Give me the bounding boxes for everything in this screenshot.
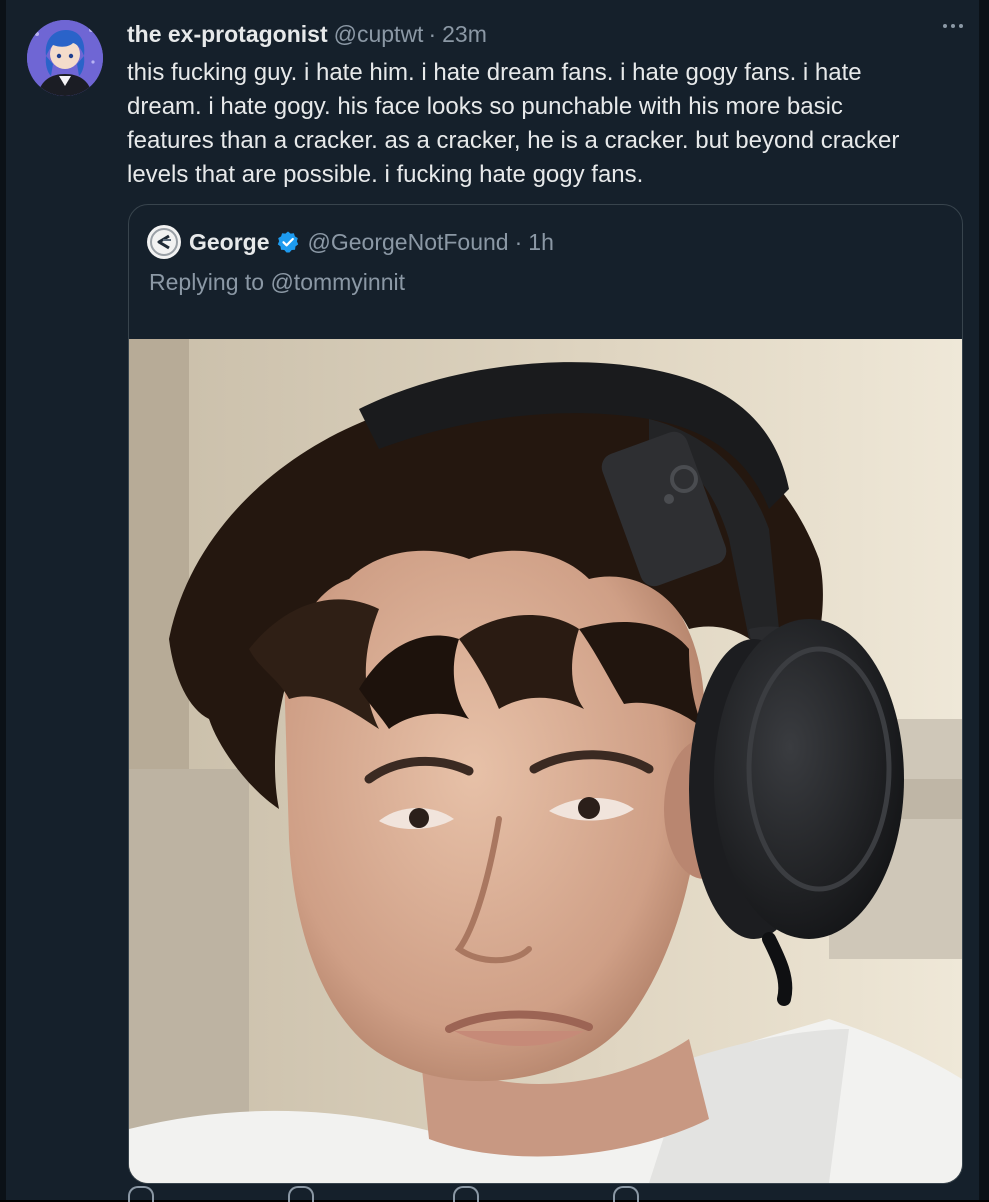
quoted-tweet-timestamp[interactable]: 1h (528, 229, 554, 256)
author-display-name[interactable]: the ex-protagonist (127, 14, 328, 54)
replying-to-text: Replying to @tommyinnit (149, 269, 405, 295)
quoted-tweet-header: George @GeorgeNotFound · 1h (147, 225, 554, 259)
author-avatar[interactable] (27, 20, 103, 96)
quoted-author-display-name[interactable]: George (189, 229, 270, 256)
tweet-timestamp[interactable]: 23m (442, 14, 487, 54)
tweet-action-bar (128, 1186, 928, 1202)
tweet-body: the ex-protagonist @cuptwt · 23m this fu… (127, 14, 967, 192)
tweet-screenshot-frame: the ex-protagonist @cuptwt · 23m this fu… (0, 0, 989, 1202)
header-separator: · (428, 21, 437, 47)
quoted-header-separator: · (514, 228, 523, 255)
tweet-text: this fucking guy. i hate him. i hate dre… (127, 59, 900, 188)
verified-badge-icon (276, 230, 300, 254)
more-dots-icon[interactable] (943, 24, 963, 28)
anime-avatar-icon (27, 20, 103, 96)
quoted-author-handle[interactable]: @GeorgeNotFound (308, 229, 509, 256)
quoted-tweet[interactable]: George @GeorgeNotFound · 1h Replying to … (128, 204, 963, 1184)
george-logo-icon[interactable] (147, 225, 181, 259)
headphones-portrait-photo[interactable] (129, 339, 962, 1183)
author-handle[interactable]: @cuptwt (334, 14, 424, 54)
tweet-header: the ex-protagonist @cuptwt · 23m (127, 14, 967, 54)
